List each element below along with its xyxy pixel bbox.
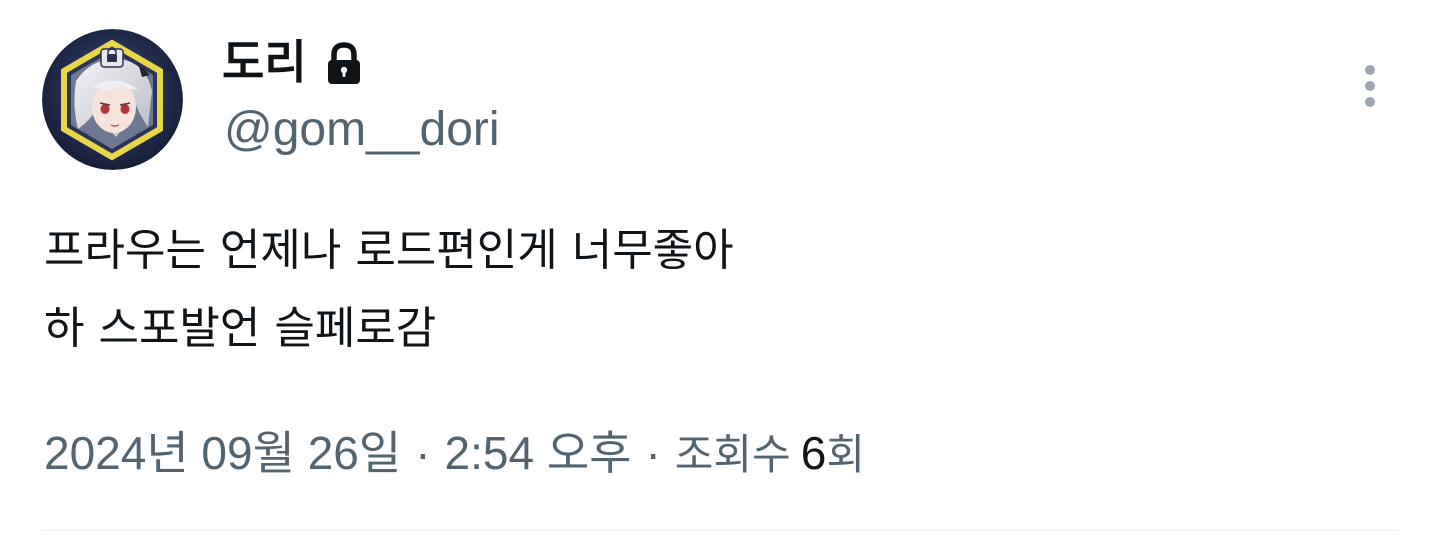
tweet-date: 2024년 09월 26일 [44, 427, 402, 479]
more-options-button[interactable] [1350, 58, 1390, 114]
views-count: 6 [800, 427, 827, 479]
tweet-metadata: 2024년 09월 26일 · 2:54 오후 · 조회수 6 회 [44, 420, 865, 488]
user-handle[interactable]: @gom__dori [224, 100, 500, 160]
more-vertical-icon-dot [1365, 81, 1375, 91]
avatar-image [42, 29, 183, 170]
views-label: 조회수 [674, 430, 791, 479]
tweet-text-line: 프라우는 언제나 로드편인게 너무좋아 [44, 225, 734, 276]
avatar[interactable] [42, 29, 183, 170]
lock-icon [327, 42, 360, 84]
display-name-text: 도리 [222, 35, 307, 89]
meta-separator: · [645, 427, 661, 479]
tweet-text-line: 하 스포발언 슬페로감 [44, 303, 437, 354]
more-vertical-icon [1365, 65, 1375, 75]
meta-separator: · [415, 427, 431, 479]
tweet-time: 2:54 오후 [444, 427, 632, 479]
tweet-text: 프라우는 언제나 로드편인게 너무좋아 하 스포발언 슬페로감 [44, 212, 734, 368]
tweet-timestamp-link[interactable]: 2024년 09월 26일 · 2:54 오후 [44, 420, 631, 486]
more-vertical-icon-dot [1365, 97, 1375, 107]
display-name[interactable]: 도리 [222, 34, 363, 90]
divider [42, 530, 1398, 531]
views-suffix: 회 [826, 430, 865, 479]
